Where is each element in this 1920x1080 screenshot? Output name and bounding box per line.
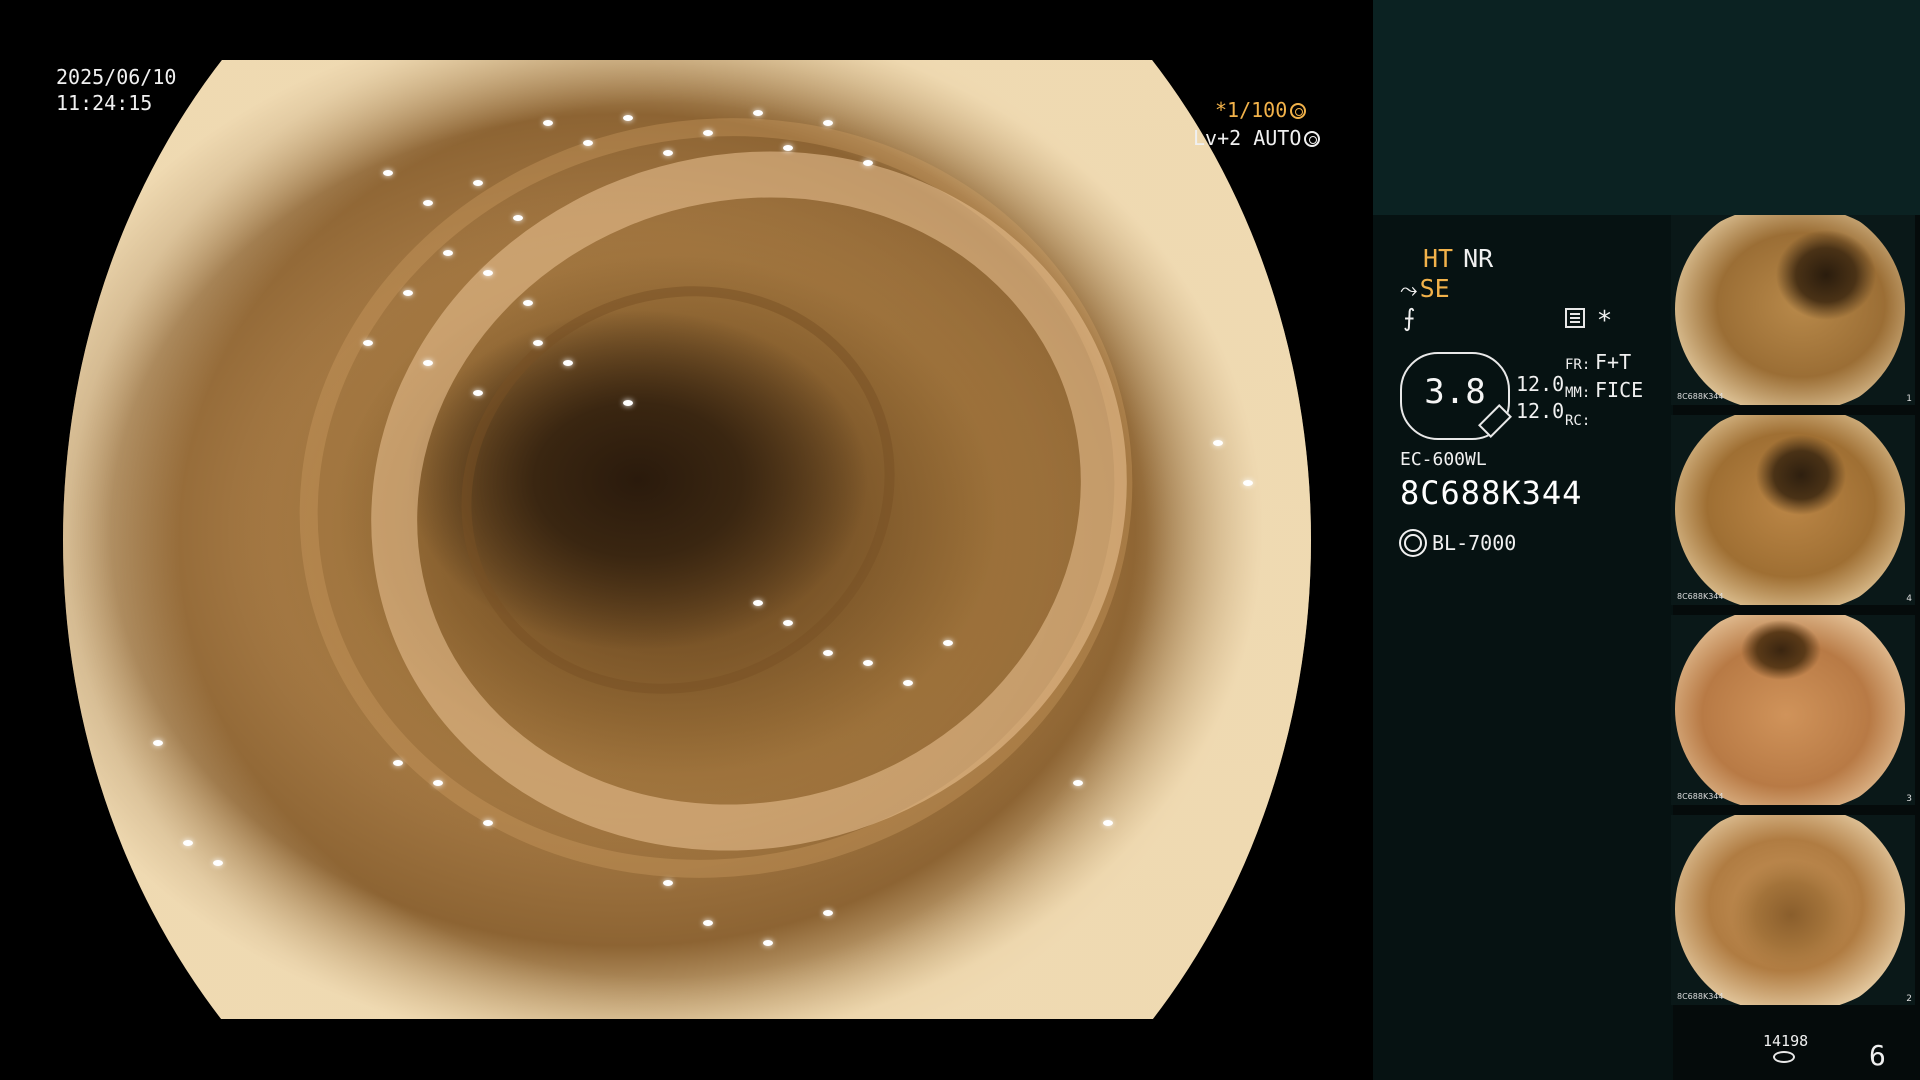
se-label: SE (1419, 274, 1450, 303)
scope-model: EC-600WL (1400, 449, 1487, 470)
page-number: 6 (1869, 1039, 1886, 1072)
thumbnail-1[interactable]: 8C688K344 1 (1671, 215, 1915, 405)
specular-highlight (763, 940, 773, 946)
shutter-indicator: *1/100 (1215, 98, 1307, 122)
rc-label: RC: (1565, 413, 1591, 429)
specular-highlight (863, 160, 873, 166)
specular-highlight (393, 760, 403, 766)
thumbnail-serial: 8C688K344 (1677, 392, 1724, 401)
specular-highlight (783, 620, 793, 626)
specular-highlight (483, 820, 493, 826)
specular-highlight (753, 600, 763, 606)
specular-highlight (863, 660, 873, 666)
specular-highlight (703, 920, 713, 926)
specular-highlight (423, 360, 433, 366)
freeze-icon: ⨍ (1403, 304, 1416, 332)
specular-highlight (403, 290, 413, 296)
light-source: BL-7000 (1400, 531, 1516, 555)
specular-highlight (663, 150, 673, 156)
specular-highlight (583, 140, 593, 146)
menu-icon (1565, 308, 1585, 328)
scope-serial: 8C688K344 (1400, 474, 1583, 512)
fr-value: F+T (1595, 350, 1632, 374)
specular-highlight (153, 740, 163, 746)
thumbnail-image (1675, 815, 1905, 1005)
thumbnail-index: 1 (1906, 394, 1912, 404)
value-1: 12.0 (1516, 372, 1565, 396)
specular-highlight (183, 840, 193, 846)
specular-highlight (433, 780, 443, 786)
specular-highlight (823, 910, 833, 916)
specular-highlight (663, 880, 673, 886)
specular-highlight (363, 340, 373, 346)
specular-highlight (1243, 480, 1253, 486)
thumbnail-index: 3 (1906, 794, 1912, 804)
gain-values: 12.0 12.0 (1516, 371, 1564, 425)
specular-highlight (783, 145, 793, 151)
specular-highlight (543, 120, 553, 126)
thumbnail-2[interactable]: 8C688K344 4 (1671, 415, 1915, 605)
specular-highlight (213, 860, 223, 866)
thumbnail-index: 4 (1906, 594, 1912, 604)
panel-status-area (1373, 215, 1673, 1080)
star-icon: * (1598, 306, 1611, 336)
vignette (63, 60, 1311, 1019)
datetime: 2025/06/10 11:24:15 (56, 64, 176, 116)
specular-highlight (903, 680, 913, 686)
specular-highlight (943, 640, 953, 646)
specular-highlight (483, 270, 493, 276)
image-parameters: FR: F+T MM: FICE RC: (1565, 350, 1643, 434)
iris-icon (1304, 131, 1321, 147)
ht-label: HT (1423, 244, 1454, 273)
time-text: 11:24:15 (56, 91, 153, 115)
mm-label: MM: (1565, 385, 1591, 401)
thumbnail-image (1675, 415, 1905, 605)
light-source-icon (1404, 534, 1422, 552)
specular-highlight (423, 200, 433, 206)
level-indicator: Lv+2 AUTO (1193, 126, 1321, 150)
specular-highlight (533, 340, 543, 346)
se-status: ⤳SE (1400, 274, 1450, 303)
specular-highlight (1073, 780, 1083, 786)
light-source-label: BL-7000 (1432, 531, 1517, 555)
thumbnail-index: 2 (1906, 994, 1912, 1004)
mm-value: FICE (1595, 378, 1644, 402)
level-text: Lv+2 AUTO (1193, 126, 1302, 150)
zoom-value: 3.8 (1424, 372, 1486, 412)
specular-highlight (443, 250, 453, 256)
thumbnail-serial: 8C688K344 (1677, 792, 1724, 801)
panel-header-area (1373, 0, 1920, 215)
thumbnail-serial: 8C688K344 (1677, 592, 1724, 601)
scope-icon: ⤳ (1400, 278, 1418, 303)
specular-highlight (473, 180, 483, 186)
thumbnail-4[interactable]: 8C688K344 2 (1671, 815, 1915, 1005)
specular-highlight (1213, 440, 1223, 446)
specular-highlight (823, 650, 833, 656)
storage-icon (1773, 1051, 1795, 1063)
value-2: 12.0 (1516, 399, 1565, 423)
specular-highlight (623, 115, 633, 121)
thumbnail-image (1675, 215, 1905, 405)
shutter-text: *1/100 (1215, 98, 1288, 122)
date-text: 2025/06/10 (56, 65, 177, 89)
specular-highlight (1103, 820, 1113, 826)
specular-highlight (473, 390, 483, 396)
specular-highlight (513, 215, 523, 221)
specular-highlight (563, 360, 573, 366)
specular-highlight (523, 300, 533, 306)
thumbnail-3[interactable]: 8C688K344 3 (1671, 615, 1915, 805)
aperture-icon (1290, 103, 1307, 119)
fr-label: FR: (1565, 357, 1591, 373)
nr-label: NR (1463, 244, 1494, 273)
image-count: 14198 (1763, 1032, 1809, 1050)
specular-highlight (703, 130, 713, 136)
enhancement-status: HT NR (1423, 244, 1493, 273)
specular-highlight (823, 120, 833, 126)
specular-highlight (623, 400, 633, 406)
thumbnail-image (1675, 615, 1905, 805)
specular-highlight (383, 170, 393, 176)
specular-highlight (753, 110, 763, 116)
endoscopic-image (63, 60, 1311, 1019)
thumbnail-serial: 8C688K344 (1677, 992, 1724, 1001)
